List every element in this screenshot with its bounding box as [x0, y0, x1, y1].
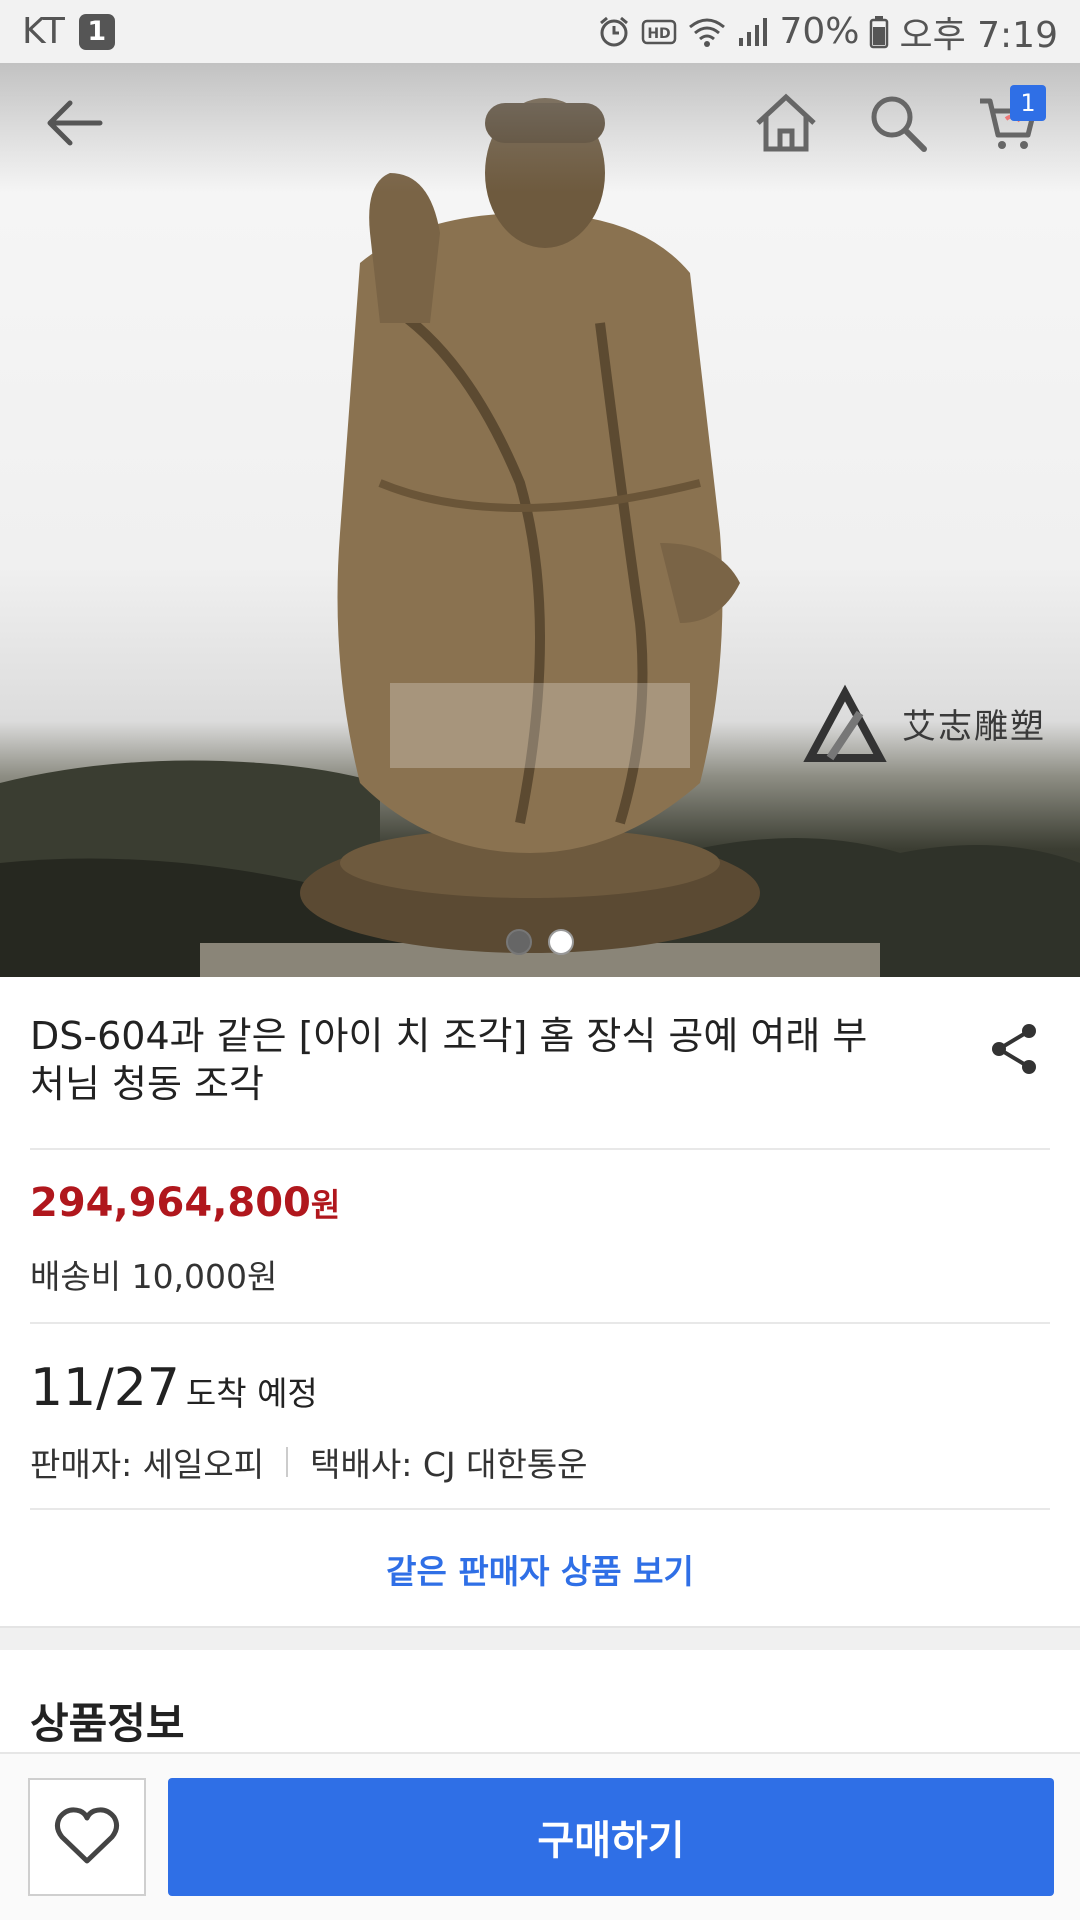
product-info-heading: 상품정보	[30, 1699, 185, 1748]
section-gap	[0, 1626, 1080, 1650]
share-button[interactable]	[980, 1016, 1050, 1086]
watermark-logo-mark	[803, 684, 887, 762]
svg-text:HD: HD	[648, 26, 671, 42]
product-image	[0, 98, 1080, 977]
battery-icon	[869, 15, 889, 49]
status-bar-right: HD 70% 오후 7:19	[597, 6, 1058, 58]
product-title: DS-604과 같은 [아이 치 조각] 홈 장식 공예 여래 부처님 청동 조…	[30, 1014, 868, 1106]
status-bar-left: KT 1	[22, 11, 115, 52]
seller-info: 판매자: 세일오피 택배사: CJ 대한통운	[30, 1438, 588, 1486]
courier-name: 택배사: CJ 대한통운	[310, 1445, 588, 1484]
product-image-carousel[interactable]: 艾志雕塑 1	[0, 63, 1080, 977]
price-unit: 원	[310, 1186, 341, 1224]
heart-icon	[54, 1805, 120, 1869]
product-price: 294,964,800원	[30, 1180, 340, 1226]
arrival-date: 11/27	[30, 1358, 180, 1418]
same-seller-products-link[interactable]: 같은 판매자 상품 보기	[0, 1545, 1080, 1593]
buy-button[interactable]: 구매하기	[168, 1778, 1054, 1896]
home-icon	[752, 91, 820, 159]
search-icon	[866, 91, 930, 159]
wifi-icon	[687, 15, 727, 49]
carousel-dot-active[interactable]	[548, 929, 574, 955]
arrival-estimate: 11/27 도착 예정	[30, 1358, 318, 1418]
wishlist-button[interactable]	[28, 1778, 146, 1896]
search-button[interactable]	[858, 85, 938, 165]
battery-percent: 70%	[779, 11, 860, 52]
watermark-text: 艾志雕塑	[902, 706, 1046, 747]
bottom-action-bar: 구매하기	[0, 1752, 1080, 1920]
clock: 오후 7:19	[899, 14, 1058, 56]
alarm-icon	[597, 15, 631, 49]
back-button[interactable]	[34, 85, 114, 165]
shipping-fee: 배송비 10,000원	[30, 1257, 278, 1296]
divider	[30, 1148, 1050, 1150]
arrival-suffix: 도착 예정	[185, 1374, 318, 1413]
status-bar: KT 1 HD 70% 오후 7:19	[0, 0, 1080, 63]
share-icon	[987, 1021, 1043, 1081]
signal-icon	[737, 16, 769, 48]
notification-badge: 1	[78, 13, 115, 50]
cart-count-badge: 1	[1010, 85, 1046, 121]
hero-nav-bar: 1	[0, 63, 1080, 183]
carrier-label: KT	[22, 11, 65, 52]
product-title-row: DS-604과 같은 [아이 치 조각] 홈 장식 공예 여래 부처님 청동 조…	[30, 1012, 1050, 1108]
carousel-dot[interactable]	[506, 929, 532, 955]
divider	[30, 1322, 1050, 1324]
cart-button[interactable]: 1	[968, 85, 1048, 165]
divider	[30, 1508, 1050, 1510]
back-arrow-icon	[42, 91, 106, 159]
home-button[interactable]	[746, 85, 826, 165]
hd-icon: HD	[641, 17, 677, 47]
seller-name: 판매자: 세일오피	[30, 1445, 265, 1484]
separator	[286, 1447, 289, 1477]
price-value: 294,964,800	[30, 1180, 311, 1226]
carousel-indicator	[0, 929, 1080, 955]
watermark-logo: 艾志雕塑	[800, 683, 1046, 763]
